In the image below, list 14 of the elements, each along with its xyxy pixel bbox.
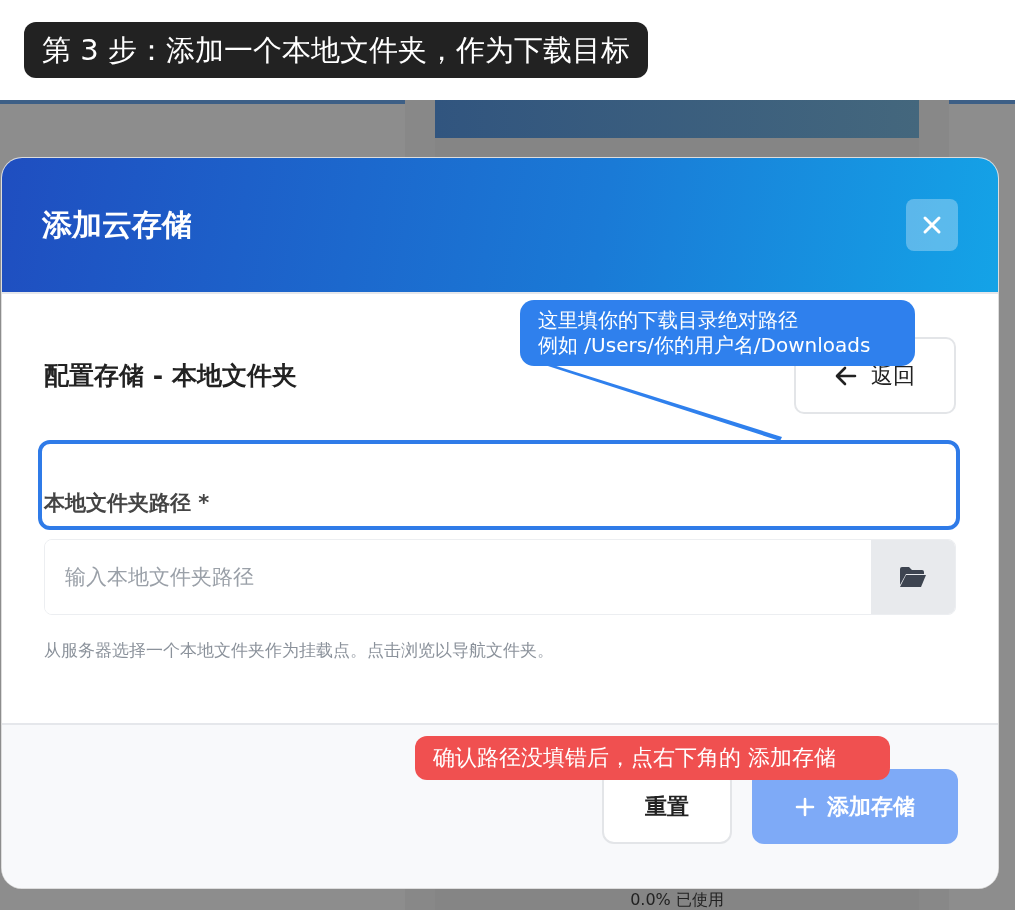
step-caption: 第 3 步：添加一个本地文件夹，作为下载目标 [24,22,648,78]
usage-text: 0.0% 已使用 [629,890,725,909]
callout-tooltip: 这里填你的下载目录绝对路径 例如 /Users/你的用户名/Downloads [520,300,915,366]
arrow-left-icon [835,365,857,386]
close-icon [922,215,942,235]
note-tooltip: 确认路径没填错后，点右下角的 添加存储 [415,736,890,780]
help-text: 从服务器选择一个本地文件夹作为挂载点。点击浏览以导航文件夹。 [44,639,555,662]
field-label: 本地文件夹路径 * [44,490,211,517]
browse-button[interactable] [871,540,955,614]
folder-icon [899,566,927,588]
plus-icon [795,796,815,817]
close-button[interactable] [906,199,958,251]
dialog-title: 添加云存储 [42,205,192,244]
section-title: 配置存储 - 本地文件夹 [44,360,297,392]
